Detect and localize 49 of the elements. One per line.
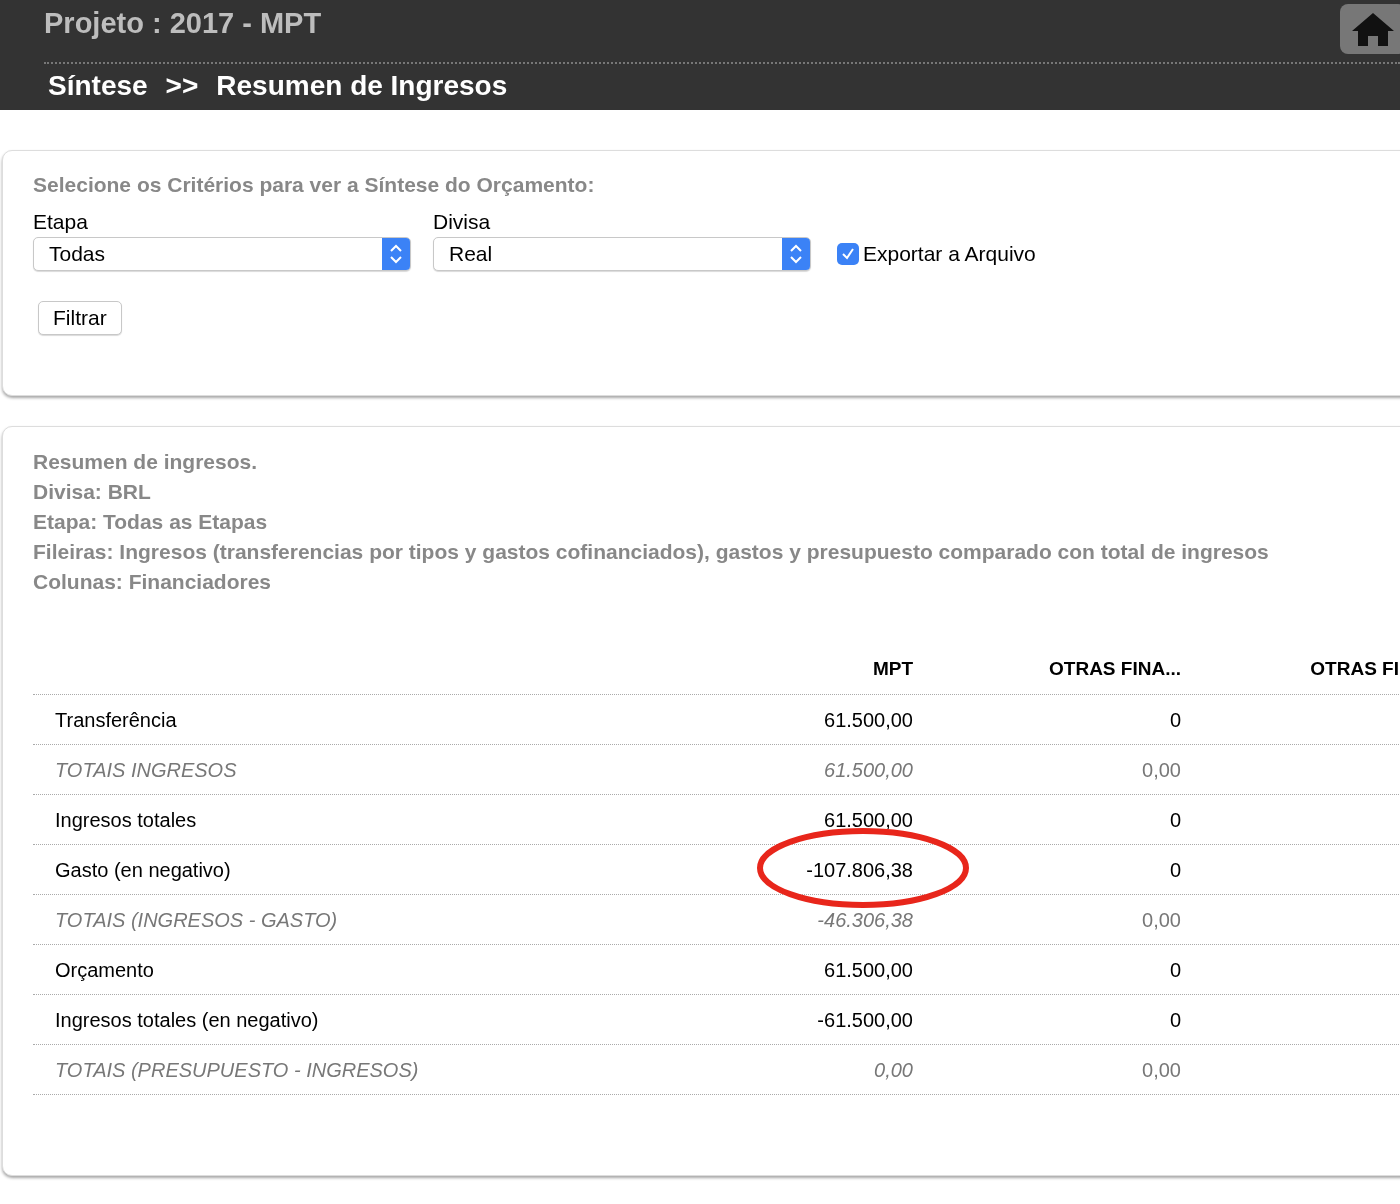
checkbox-label: Exportar a Arquivo <box>863 241 1036 268</box>
table-cell: 61.500,00 <box>824 958 913 981</box>
summary-line: Resumen de ingresos. <box>33 449 259 475</box>
row-label: Ingresos totales <box>55 808 197 831</box>
table-cell: 0 <box>1169 808 1181 831</box>
summary-line: Colunas: Financiadores <box>33 569 273 595</box>
table-cell: -107.806,38 <box>806 858 913 881</box>
row-label: Transferência <box>55 708 177 731</box>
row-label: Ingresos totales (en negativo) <box>55 1008 319 1031</box>
table-cell: -46.306,38 <box>817 908 913 931</box>
table-cell: 0,00 <box>874 1058 913 1081</box>
table-cell: -61.500,00 <box>817 1008 913 1031</box>
column-header: MPT <box>872 658 913 680</box>
table-cell: 61.500,00 <box>824 758 913 781</box>
row-label: TOTAIS (INGRESOS - GASTO) <box>55 908 338 931</box>
row-label: Orçamento <box>55 958 154 981</box>
table-cell: 0,00 <box>1142 908 1181 931</box>
select-dropdown[interactable]: Todas <box>33 237 411 271</box>
row-label: Gasto (en negativo) <box>55 858 231 881</box>
table-cell: 0,00 <box>1142 1058 1181 1081</box>
table-cell: 61.500,00 <box>824 808 913 831</box>
filter-button[interactable]: Filtrar <box>38 301 122 335</box>
table-cell: 0 <box>1169 958 1181 981</box>
project-title: Projeto : 2017 - MPT <box>44 6 323 41</box>
table-cell: 0 <box>1169 1008 1181 1031</box>
row-label: TOTAIS INGRESOS <box>55 758 237 781</box>
column-header: OTRAS FINA... <box>1049 658 1181 680</box>
table-cell: 61.500,00 <box>824 708 913 731</box>
export-checkbox[interactable] <box>837 243 859 265</box>
breadcrumb-item[interactable]: Síntese <box>48 68 148 104</box>
table-cell: 0 <box>1169 708 1181 731</box>
table-cell: 0 <box>1169 858 1181 881</box>
summary-line: Fileiras: Ingresos (transferencias por tipos y gastos cofinanciados), gastos y presupuesto comparado con total de ingresos <box>33 539 1270 565</box>
select-dropdown[interactable]: Real <box>433 237 811 271</box>
criteria-title: Selecione os Critérios para ver a Síntese do Orçamento: <box>33 172 596 198</box>
breadcrumb-separator: >> <box>165 69 199 103</box>
table-cell: 0,00 <box>1142 758 1181 781</box>
field-label: Divisa <box>433 209 492 235</box>
breadcrumb-item[interactable]: Resumen de Ingresos <box>216 68 508 104</box>
stepper-icon <box>782 238 810 270</box>
stepper-icon <box>382 238 410 270</box>
checkmark-icon <box>840 246 856 262</box>
home-icon <box>1350 11 1396 47</box>
field-label: Etapa <box>33 209 89 235</box>
home-button[interactable] <box>1340 4 1400 54</box>
summary-line: Etapa: Todas as Etapas <box>33 509 269 535</box>
row-label: TOTAIS (PRESUPUESTO - INGRESOS) <box>55 1058 419 1081</box>
column-header: OTRAS FI <box>1310 658 1399 680</box>
summary-line: Divisa: BRL <box>33 479 152 505</box>
